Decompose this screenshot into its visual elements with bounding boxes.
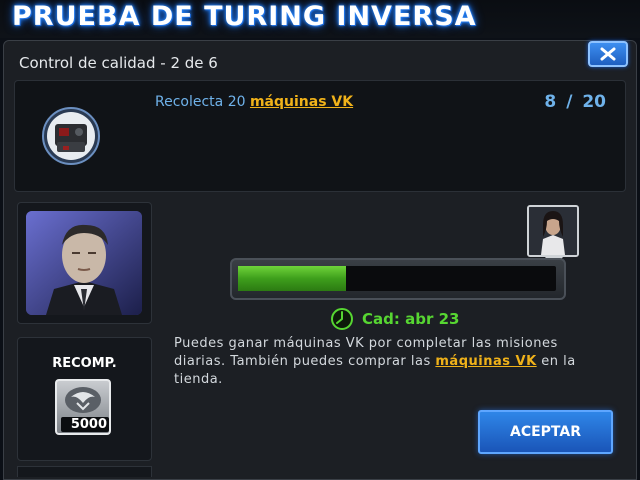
objective-total: 20 [582,92,606,112]
objective-separator: / [566,92,573,112]
deadline-text: Cad: abr 23 [362,310,460,328]
progress-bar [238,266,556,291]
reward-label: RECOMP. [52,356,117,371]
objective-current: 8 [544,92,557,112]
close-button[interactable] [588,41,628,67]
shield-emblem-icon [65,387,101,413]
screen-title: PRUEBA DE TURING INVERSA [12,1,477,32]
progress-fill [238,266,346,291]
objective-prefix: Recolecta 20 [155,94,250,110]
accept-label: ACEPTAR [509,424,581,440]
title-bar: PRUEBA DE TURING INVERSA [0,0,640,38]
close-x-icon [600,47,616,61]
character-portrait [26,211,142,315]
reward-amount: 5000 [61,417,109,432]
vk-machine-icon [41,106,101,166]
objective-link[interactable]: máquinas VK [250,94,353,110]
accept-button[interactable]: ACEPTAR [478,410,613,454]
clock-icon [330,307,354,331]
mission-description: Puedes ganar máquinas VK por completar l… [174,335,614,389]
description-link[interactable]: máquinas VK [435,354,536,369]
next-slot-frame [17,466,152,477]
mission-subtitle: Control de calidad - 2 de 6 [19,54,218,72]
objective-text: Recolecta 20 máquinas VK [155,94,353,110]
player-avatar [527,205,579,257]
objective-count: 8 / 20 [544,92,606,112]
